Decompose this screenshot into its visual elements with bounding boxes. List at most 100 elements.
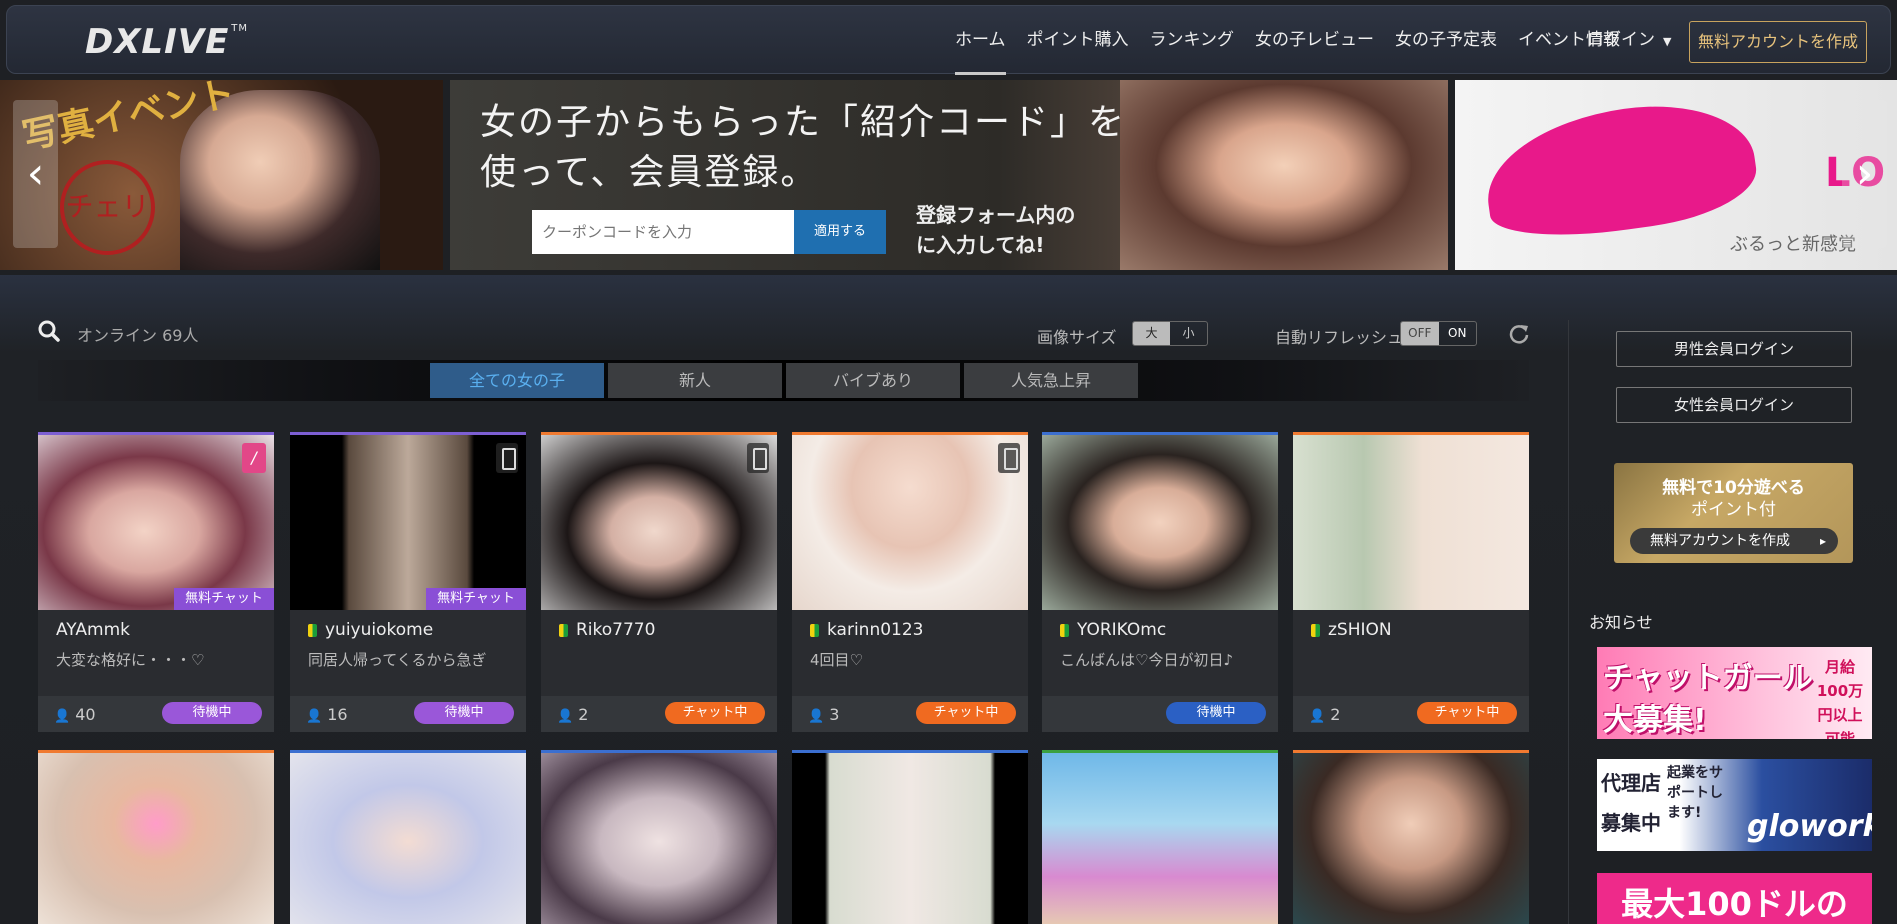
slide-heading: 女の子からもらった「紹介コード」を 使って、会員登録。 [480,102,1127,193]
performer-photo: 無料チャット [290,435,526,610]
person-icon: 👤 [54,709,71,724]
login-dropdown[interactable]: ログイン ▼ [1587,6,1671,75]
chevron-left-icon[interactable]: ‹ [13,100,58,248]
status-badge: 待機中 [1166,702,1266,724]
performer-photo [541,435,777,610]
sidebar-divider [1568,320,1569,924]
performer-card[interactable]: zSHION 👤 2 チャット中 [1293,432,1529,732]
viewer-count: 👤 3 [808,705,840,724]
beginner-leaf-icon [308,623,317,637]
tab-all[interactable]: 全ての女の子 [430,363,604,398]
performer-name: Riko7770 [559,620,655,640]
performer-card[interactable] [1293,750,1529,924]
site-header: DXLIVE TM ホーム ポイント購入 ランキング 女の子レビュー 女の子予定表… [6,5,1891,75]
phone-icon [998,443,1020,473]
status-badge: チャット中 [1417,702,1517,724]
image-size-label: 画像サイズ [1037,328,1117,347]
promo-signup-button[interactable]: 無料アカウントを作成 [1630,528,1838,554]
banner-image [1477,91,1763,249]
auto-refresh-toggle: OFF ON [1400,321,1477,346]
ad-chat-girl-recruit[interactable]: チャットガール 大募集! 月給100万円以上可能 [1597,647,1872,739]
tab-new[interactable]: 新人 [608,363,782,398]
nav-home[interactable]: ホーム [955,6,1006,75]
nav-reviews[interactable]: 女の子レビュー [1255,6,1374,75]
viewer-count: 👤 16 [306,705,348,724]
size-large-option[interactable]: 大 [1133,322,1170,345]
beginner-leaf-icon [1311,623,1320,637]
ad-bonus[interactable]: 最大100ドルの [1597,873,1872,924]
card-footer: 👤 3 チャット中 [792,696,1028,732]
performer-card[interactable]: karinn0123 4回目♡ 👤 3 チャット中 [792,432,1028,732]
performer-card[interactable] [290,750,526,924]
coupon-input[interactable] [532,210,794,254]
free-account-promo[interactable]: 無料で10分遊べる ポイント付 無料アカウントを作成 [1614,463,1853,563]
ad-agency-recruit[interactable]: 代理店募集中 起業をサポートします! glowork [1597,759,1872,851]
performer-card[interactable]: Riko7770 👤 2 チャット中 [541,432,777,732]
image-size-toggle: 大 小 [1132,321,1208,346]
nav-ranking[interactable]: ランキング [1150,6,1235,75]
status-badge: 待機中 [162,702,262,724]
seal-logo: チェリ [60,160,155,255]
person-icon: 👤 [808,709,825,724]
performer-card[interactable] [541,750,777,924]
female-login-button[interactable]: 女性会員ログイン [1616,387,1852,423]
performer-name: karinn0123 [810,620,924,640]
performer-name: yuiyuiokome [308,620,433,640]
card-footer: 👤 40 待機中 [38,696,274,732]
slide-caption: ぶるっと新感覚 [1730,234,1856,255]
free-chat-badge: 無料チャット [174,588,274,610]
reload-icon[interactable] [1508,323,1530,345]
performer-photo: / 無料チャット [38,435,274,610]
status-badge: チャット中 [916,702,1016,724]
person-icon: 👤 [1309,709,1326,724]
performer-message: 同居人帰ってくるから急ぎ [308,651,487,669]
auto-refresh-label: 自動リフレッシュ [1275,328,1404,347]
male-login-button[interactable]: 男性会員ログイン [1616,331,1852,367]
performer-name: AYAmmk [56,620,130,640]
phone-icon [496,443,518,473]
size-small-option[interactable]: 小 [1170,322,1207,345]
slide-subtext: 登録フォーム内の に入力してね! [916,203,1076,257]
performer-card[interactable]: 無料チャット yuiyuiokome 同居人帰ってくるから急ぎ 👤 16 待機中 [290,432,526,732]
performer-photo [1042,435,1278,610]
performer-name: YORIKOmc [1060,620,1166,640]
beginner-leaf-icon [810,623,819,637]
apply-coupon-button[interactable]: 適用する [794,210,886,254]
signup-button[interactable]: 無料アカウントを作成 [1689,21,1867,63]
tab-trending[interactable]: 人気急上昇 [964,363,1138,398]
tab-vibe[interactable]: バイブあり [786,363,960,398]
logo[interactable]: DXLIVE TM [85,22,248,62]
banner-carousel: 写真イベント チェリ 女の子からもらった「紹介コード」を 使って、会員登録。 適… [0,80,1897,270]
refresh-off-option[interactable]: OFF [1401,322,1439,345]
category-tabs: 全ての女の子 新人 バイブあり 人気急上昇 [430,363,1142,398]
viewer-count: 👤 2 [557,705,589,724]
phone-icon [747,443,769,473]
nav-buy-points[interactable]: ポイント購入 [1027,6,1129,75]
performer-card[interactable] [1042,750,1278,924]
free-chat-badge: 無料チャット [426,588,526,610]
caret-down-icon: ▼ [1663,35,1672,48]
performer-message: 4回目♡ [810,651,863,669]
person-icon: 👤 [557,709,574,724]
performer-name: zSHION [1311,620,1392,640]
chevron-right-icon[interactable]: › [1842,100,1887,248]
banner-image [1120,80,1448,270]
performer-card[interactable] [792,750,1028,924]
refresh-on-option[interactable]: ON [1439,322,1477,345]
card-footer: 👤 2 チャット中 [1293,696,1529,732]
notice-title: お知らせ [1589,613,1653,632]
performer-card[interactable]: / 無料チャット AYAmmk 大変な格好に・・・♡ 👤 40 待機中 [38,432,274,732]
nav-schedule[interactable]: 女の子予定表 [1395,6,1497,75]
banner-slide-photo-event[interactable]: 写真イベント チェリ [0,80,443,270]
card-footer: 👤 16 待機中 [290,696,526,732]
banner-slide-referral[interactable]: 女の子からもらった「紹介コード」を 使って、会員登録。 適用する 登録フォーム内… [450,80,1448,270]
pencil-icon: / [242,443,266,473]
search-icon[interactable] [38,320,60,342]
performer-photo [1293,435,1529,610]
banner-slide-product[interactable]: LO ぶるっと新感覚 [1455,80,1897,270]
status-badge: チャット中 [665,702,765,724]
performer-photo [792,435,1028,610]
performer-card[interactable] [38,750,274,924]
performer-card[interactable]: YORIKOmc こんばんは♡今日が初日♪ 待機中 [1042,432,1278,732]
viewer-count: 👤 2 [1309,705,1341,724]
